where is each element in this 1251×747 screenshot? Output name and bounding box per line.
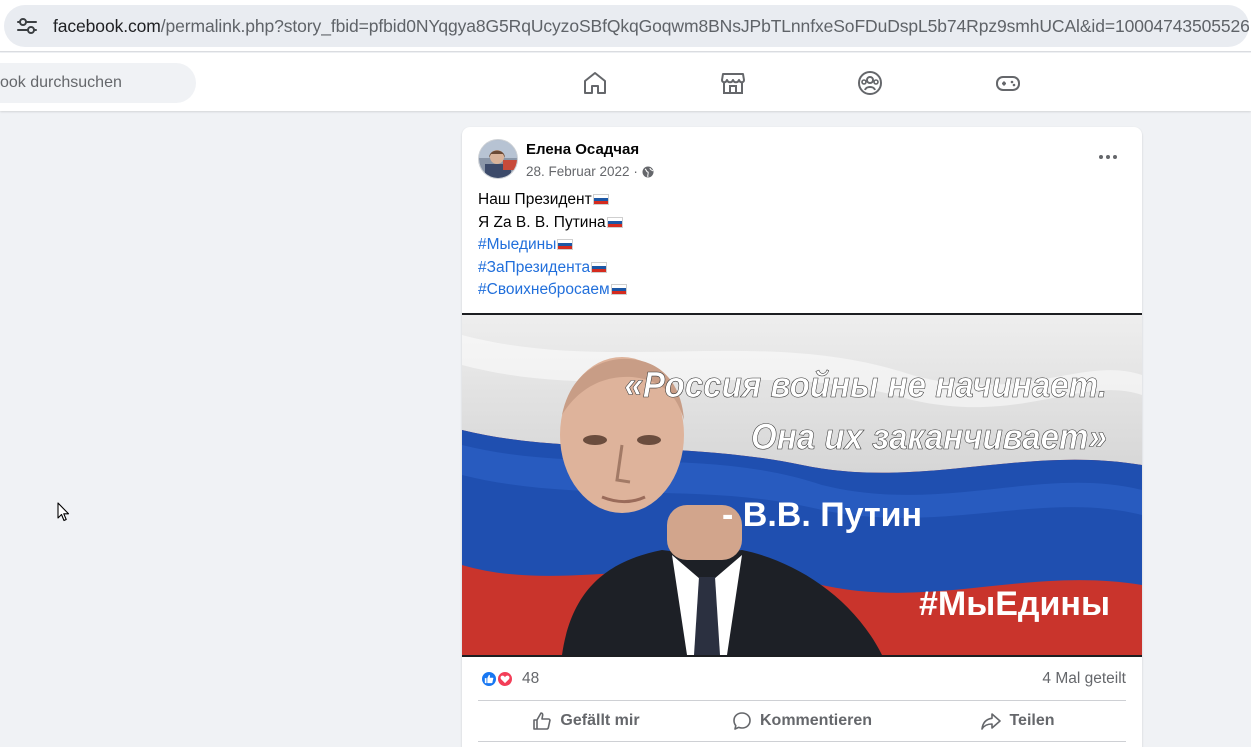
like-label: Gefällt mir	[560, 712, 640, 729]
post-line-text: Наш Президент	[478, 191, 592, 208]
globe-icon	[642, 166, 654, 177]
russia-flag-emoji	[557, 239, 574, 250]
post-text: Наш Президент Я Za В. В. Путина #Мыедины…	[478, 189, 627, 302]
comment-icon	[733, 712, 751, 730]
search-placeholder: ook durchsuchen	[0, 74, 122, 91]
facebook-top-bar: ook durchsuchen	[0, 53, 1251, 111]
russia-flag-emoji	[592, 194, 609, 205]
reaction-count[interactable]: 48	[522, 670, 539, 688]
url-text[interactable]: facebook.com/permalink.php?story_fbid=pf…	[53, 16, 1251, 37]
post-card: Елена Осадчая 28. Februar 2022 · Наш Пре…	[462, 127, 1142, 747]
post-image[interactable]: «Россия войны не начинает. Она их заканч…	[462, 313, 1142, 657]
russia-flag-emoji	[610, 284, 627, 295]
divider	[478, 700, 1126, 701]
browser-address-bar: facebook.com/permalink.php?story_fbid=pf…	[0, 0, 1251, 52]
reaction-icons[interactable]	[480, 670, 514, 688]
url-path: /permalink.php?story_fbid=pfbid0NYqgya8G…	[160, 16, 1251, 36]
marketplace-icon[interactable]	[720, 70, 746, 96]
post-meta: 28. Februar 2022 ·	[526, 164, 654, 179]
thumbs-up-icon	[533, 712, 552, 730]
post-image-graphic: «Россия войны не начинает. Она их заканч…	[462, 315, 1142, 655]
love-reaction-icon	[496, 670, 514, 688]
post-actions: Gefällt mir Kommentieren Teilen	[478, 702, 1126, 740]
post-line: Я Za В. В. Путина	[478, 212, 627, 235]
post-date[interactable]: 28. Februar 2022 ·	[526, 164, 638, 179]
share-count[interactable]: 4 Mal geteilt	[1042, 670, 1126, 688]
search-input[interactable]: ook durchsuchen	[0, 63, 196, 103]
comment-button[interactable]: Kommentieren	[694, 702, 910, 740]
image-quote-line1: «Россия войны не начинает.	[624, 366, 1106, 406]
russia-flag-emoji	[606, 216, 623, 228]
divider	[478, 741, 1126, 742]
reactions-bar: 48 4 Mal geteilt	[462, 657, 1142, 701]
post-line: #ЗаПрезидента	[478, 257, 627, 280]
avatar[interactable]	[478, 139, 518, 179]
image-hashtag: #МыЕдины	[919, 585, 1110, 623]
gaming-icon[interactable]	[995, 70, 1021, 96]
avatar-image	[479, 140, 517, 178]
image-attribution: - В.В. Путин	[722, 496, 922, 534]
post-line: #Мыедины	[478, 234, 627, 257]
post-line: #Своихнебросаем	[478, 279, 627, 302]
url-field[interactable]: facebook.com/permalink.php?story_fbid=pf…	[4, 5, 1251, 47]
hashtag-link[interactable]: #Мыедины	[478, 236, 556, 253]
like-button[interactable]: Gefällt mir	[478, 702, 694, 740]
comment-label: Kommentieren	[759, 712, 873, 729]
url-domain: facebook.com	[53, 16, 161, 36]
share-icon	[981, 713, 1002, 730]
hashtag-link[interactable]: #ЗаПрезидента	[478, 259, 590, 276]
home-icon[interactable]	[582, 70, 608, 96]
russia-flag-emoji	[591, 261, 608, 273]
mouse-cursor-icon	[57, 502, 70, 522]
share-button[interactable]: Teilen	[910, 702, 1126, 740]
more-options-icon[interactable]	[1092, 147, 1124, 167]
groups-icon[interactable]	[857, 70, 883, 96]
post-line: Наш Президент	[478, 189, 627, 212]
post-line-text: Я Za В. В. Путина	[478, 213, 606, 231]
site-settings-icon[interactable]	[16, 17, 38, 35]
share-label: Teilen	[1009, 712, 1055, 729]
hashtag-link[interactable]: #Своихнебросаем	[478, 281, 610, 298]
image-quote-line2: Она их заканчивает»	[751, 418, 1107, 458]
post-author[interactable]: Елена Осадчая	[526, 141, 639, 158]
